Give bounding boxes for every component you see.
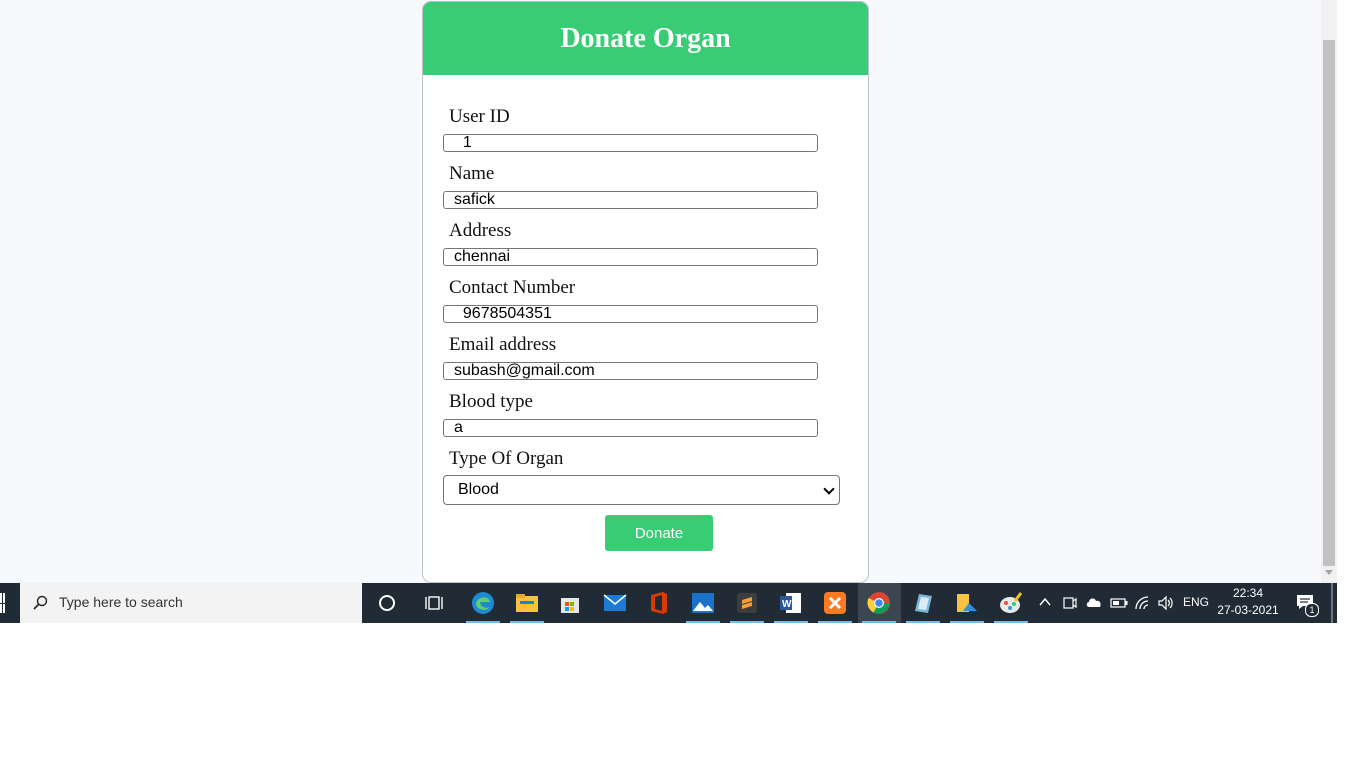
organ-type-selected-value: Blood <box>458 481 499 498</box>
file-manager-icon[interactable] <box>954 590 980 616</box>
task-view-icon[interactable] <box>421 590 447 616</box>
show-hidden-icons-chevron-up-icon[interactable] <box>1038 595 1054 635</box>
taskbar-clock[interactable]: 22:34 27-03-2021 <box>1214 585 1282 619</box>
donate-button[interactable]: Donate <box>605 515 713 551</box>
email-label: Email address <box>449 334 557 355</box>
wifi-icon[interactable] <box>1134 595 1152 635</box>
office-icon[interactable] <box>646 590 672 616</box>
volume-icon[interactable] <box>1157 595 1175 635</box>
organ-type-label: Type Of Organ <box>449 448 564 469</box>
organ-type-select[interactable]: Blood <box>443 475 840 505</box>
scrollbar-thumb[interactable] <box>1323 40 1335 566</box>
paint-icon[interactable] <box>998 590 1024 616</box>
word-icon[interactable]: W <box>778 590 804 616</box>
svg-text:W: W <box>782 599 792 610</box>
email-input[interactable]: subash@gmail.com <box>443 362 818 380</box>
name-label: Name <box>449 163 495 184</box>
show-desktop-button[interactable] <box>1331 583 1333 623</box>
page-scrollbar[interactable] <box>1321 0 1337 583</box>
file-explorer-icon[interactable] <box>514 590 540 616</box>
contact-number-input[interactable]: 9678504351 <box>443 305 818 323</box>
contact-number-label: Contact Number <box>449 277 576 298</box>
notepad-icon[interactable] <box>910 590 936 616</box>
donate-form-card: Donate Organ User ID 1 Name safick Addre… <box>422 1 869 583</box>
edge-active-indicator <box>466 621 500 623</box>
xampp-icon[interactable] <box>822 590 848 616</box>
battery-icon[interactable] <box>1110 596 1128 636</box>
photos-icon[interactable] <box>690 590 716 616</box>
scroll-down-arrow-icon[interactable] <box>1325 570 1333 575</box>
clock-time: 22:34 <box>1232 586 1264 600</box>
paint-active-indicator <box>994 621 1028 623</box>
start-button[interactable] <box>0 593 5 613</box>
notepad-active-indicator <box>906 621 940 623</box>
photos-active-indicator <box>686 621 720 623</box>
chrome-icon[interactable] <box>866 590 892 616</box>
search-placeholder: Type here to search <box>59 594 183 610</box>
windows-taskbar: Type here to search W ENG 22:34 27-03-20… <box>0 583 1337 623</box>
window-edge <box>1337 0 1366 583</box>
chevron-down-icon <box>823 483 835 495</box>
file-manager-active-indicator <box>950 621 984 623</box>
user-id-input[interactable]: 1 <box>443 134 818 152</box>
form-title: Donate Organ <box>423 2 868 75</box>
notification-count-badge: 1 <box>1305 603 1319 617</box>
chrome-active-indicator <box>862 621 896 623</box>
user-id-label: User ID <box>449 106 510 127</box>
blood-type-input[interactable]: a <box>443 419 818 437</box>
blood-type-label: Blood type <box>449 391 533 412</box>
clock-date: 27-03-2021 <box>1217 603 1279 617</box>
word-active-indicator <box>774 621 808 623</box>
edge-icon[interactable] <box>470 590 496 616</box>
action-center-button[interactable]: 1 <box>1295 593 1319 633</box>
sublime-text-icon[interactable] <box>734 590 760 616</box>
meet-now-icon[interactable] <box>1062 595 1078 635</box>
explorer-active-indicator <box>510 621 544 623</box>
sublime-active-indicator <box>730 621 764 623</box>
search-icon <box>33 595 48 610</box>
onedrive-cloud-icon[interactable] <box>1085 595 1103 635</box>
cortana-icon[interactable] <box>374 590 400 616</box>
address-input[interactable]: chennai <box>443 248 818 266</box>
address-label: Address <box>449 220 512 241</box>
taskbar-search-box[interactable]: Type here to search <box>20 583 362 623</box>
browser-viewport: Donate Organ User ID 1 Name safick Addre… <box>0 0 1321 583</box>
xampp-active-indicator <box>818 621 852 623</box>
mail-icon[interactable] <box>602 590 628 616</box>
language-indicator[interactable]: ENG <box>1183 595 1209 635</box>
store-icon[interactable] <box>557 590 583 616</box>
name-input[interactable]: safick <box>443 191 818 209</box>
